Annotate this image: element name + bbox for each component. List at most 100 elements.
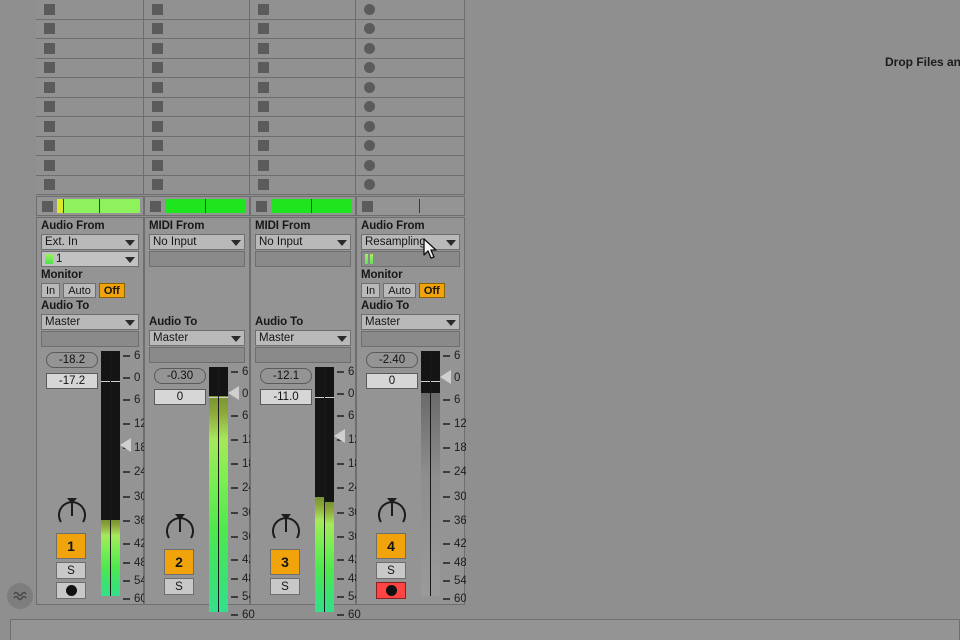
stop-square-icon[interactable] xyxy=(258,23,269,34)
volume-value-field[interactable]: 0 xyxy=(154,389,206,405)
clip-slot[interactable] xyxy=(250,117,356,137)
monitor-button-auto[interactable]: Auto xyxy=(383,283,416,298)
clip-slot[interactable] xyxy=(144,0,250,20)
stop-square-icon[interactable] xyxy=(152,140,163,151)
record-circle-icon[interactable] xyxy=(364,4,375,15)
clip-slot[interactable] xyxy=(356,176,465,196)
stop-square-icon[interactable] xyxy=(258,121,269,132)
peak-level-display[interactable]: -2.40 xyxy=(366,352,418,368)
monitor-button-auto[interactable]: Auto xyxy=(63,283,96,298)
record-circle-icon[interactable] xyxy=(364,160,375,171)
stop-square-icon[interactable] xyxy=(258,43,269,54)
volume-value-field[interactable]: -11.0 xyxy=(260,389,312,405)
input-source-select[interactable]: Resampling xyxy=(361,234,460,250)
monitor-button-off[interactable]: Off xyxy=(99,283,125,298)
track-status-cell[interactable] xyxy=(250,196,356,216)
solo-button[interactable]: S xyxy=(270,578,300,595)
clip-slot[interactable] xyxy=(356,137,465,157)
clip-slot[interactable] xyxy=(144,78,250,98)
monitor-button-off[interactable]: Off xyxy=(419,283,445,298)
clip-slot[interactable] xyxy=(36,137,144,157)
stop-square-icon[interactable] xyxy=(152,82,163,93)
input-source-select[interactable]: Ext. In xyxy=(41,234,139,250)
clip-slot[interactable] xyxy=(356,20,465,40)
pan-knob-icon[interactable] xyxy=(163,512,197,546)
record-circle-icon[interactable] xyxy=(364,121,375,132)
stop-square-icon[interactable] xyxy=(44,62,55,73)
record-circle-icon[interactable] xyxy=(364,82,375,93)
stop-square-icon[interactable] xyxy=(258,101,269,112)
stop-square-icon[interactable] xyxy=(150,201,161,212)
clip-slot[interactable] xyxy=(144,137,250,157)
pan-knob-icon[interactable] xyxy=(375,496,409,530)
arm-record-button[interactable] xyxy=(376,582,406,599)
stop-square-icon[interactable] xyxy=(152,160,163,171)
input-source-select[interactable]: No Input xyxy=(149,234,245,250)
waveform-circle-icon[interactable] xyxy=(7,583,33,609)
solo-button[interactable]: S xyxy=(164,578,194,595)
volume-fader-handle[interactable] xyxy=(440,370,451,384)
clip-slot[interactable] xyxy=(356,156,465,176)
clip-slot[interactable] xyxy=(144,59,250,79)
output-destination-select[interactable]: Master xyxy=(41,314,139,330)
stop-square-icon[interactable] xyxy=(44,23,55,34)
stop-square-icon[interactable] xyxy=(152,101,163,112)
clip-slot[interactable] xyxy=(250,156,356,176)
clip-slot[interactable] xyxy=(144,176,250,196)
clip-slot[interactable] xyxy=(250,0,356,20)
stop-square-icon[interactable] xyxy=(152,121,163,132)
output-channel-select[interactable] xyxy=(361,331,460,347)
output-destination-select[interactable]: Master xyxy=(149,330,245,346)
pan-knob-icon[interactable] xyxy=(269,512,303,546)
clip-slot[interactable] xyxy=(36,78,144,98)
input-channel-select[interactable] xyxy=(361,251,460,267)
output-channel-select[interactable] xyxy=(41,331,139,347)
clip-slot[interactable] xyxy=(250,98,356,118)
clip-slot[interactable] xyxy=(36,59,144,79)
peak-level-display[interactable]: -12.1 xyxy=(260,368,312,384)
record-circle-icon[interactable] xyxy=(364,62,375,73)
stop-square-icon[interactable] xyxy=(44,160,55,171)
peak-level-display[interactable]: -0.30 xyxy=(154,368,206,384)
clip-slot[interactable] xyxy=(250,59,356,79)
stop-square-icon[interactable] xyxy=(44,140,55,151)
track-activator-button[interactable]: 3 xyxy=(270,549,300,575)
stop-square-icon[interactable] xyxy=(44,82,55,93)
record-circle-icon[interactable] xyxy=(364,101,375,112)
clip-slot[interactable] xyxy=(250,78,356,98)
clip-slot[interactable] xyxy=(36,156,144,176)
stop-square-icon[interactable] xyxy=(258,82,269,93)
track-status-cell[interactable] xyxy=(36,196,144,216)
clip-slot[interactable] xyxy=(36,20,144,40)
stop-square-icon[interactable] xyxy=(42,201,53,212)
stop-square-icon[interactable] xyxy=(152,4,163,15)
record-circle-icon[interactable] xyxy=(364,23,375,34)
volume-fader-handle[interactable] xyxy=(228,386,239,400)
clip-slot[interactable] xyxy=(36,117,144,137)
stop-square-icon[interactable] xyxy=(258,160,269,171)
track-status-cell[interactable] xyxy=(144,196,250,216)
stop-square-icon[interactable] xyxy=(258,140,269,151)
clip-slot[interactable] xyxy=(144,98,250,118)
clip-slot[interactable] xyxy=(144,156,250,176)
clip-slot[interactable] xyxy=(250,20,356,40)
track-activator-button[interactable]: 1 xyxy=(56,533,86,559)
track-status-cell[interactable] xyxy=(356,196,465,216)
stop-square-icon[interactable] xyxy=(258,4,269,15)
arm-record-button[interactable] xyxy=(56,582,86,599)
clip-slot[interactable] xyxy=(36,39,144,59)
solo-button[interactable]: S xyxy=(376,562,406,579)
monitor-button-in[interactable]: In xyxy=(361,283,380,298)
record-circle-icon[interactable] xyxy=(364,179,375,190)
clip-slot[interactable] xyxy=(36,0,144,20)
peak-level-display[interactable]: -18.2 xyxy=(46,352,98,368)
input-channel-select[interactable] xyxy=(255,251,351,267)
volume-value-field[interactable]: 0 xyxy=(366,373,418,389)
stop-square-icon[interactable] xyxy=(152,23,163,34)
clip-slot[interactable] xyxy=(356,0,465,20)
input-channel-select[interactable] xyxy=(149,251,245,267)
clip-slot[interactable] xyxy=(356,39,465,59)
stop-square-icon[interactable] xyxy=(258,179,269,190)
stop-square-icon[interactable] xyxy=(44,121,55,132)
output-channel-select[interactable] xyxy=(255,347,351,363)
